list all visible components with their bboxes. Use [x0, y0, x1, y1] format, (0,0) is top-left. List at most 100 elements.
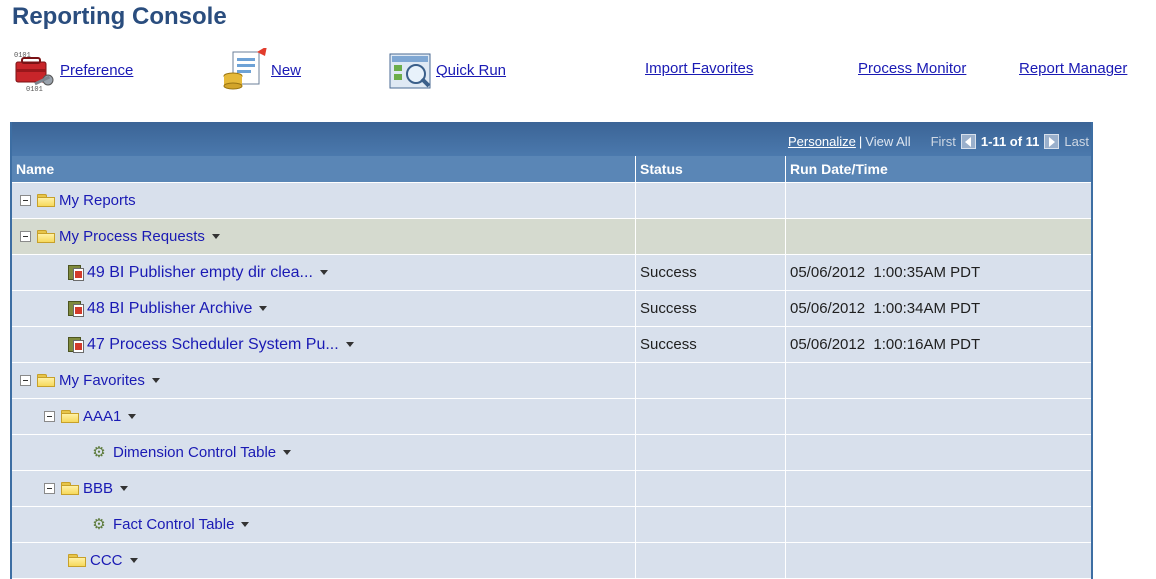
table-row: BBB	[12, 471, 1091, 507]
row-name-link[interactable]: My Process Requests	[59, 219, 205, 254]
collapse-icon[interactable]	[20, 375, 31, 386]
column-header-status[interactable]: Status	[636, 156, 786, 182]
folder-icon	[61, 482, 79, 495]
run-datetime-cell: 05/06/2012 1:00:34AM PDT	[790, 300, 981, 317]
name-cell: AAA1	[12, 399, 636, 434]
run-datetime-cell	[786, 183, 1091, 218]
last-label[interactable]: Last	[1064, 134, 1089, 149]
table-row: 48 BI Publisher Archive Success 05/06/2012…	[12, 291, 1091, 327]
row-name-link[interactable]: My Reports	[59, 183, 136, 218]
folder-icon	[37, 374, 55, 387]
status-cell: Success	[636, 327, 786, 362]
chevron-down-icon[interactable]	[283, 450, 292, 455]
view-all-link[interactable]: View All	[865, 134, 910, 149]
chevron-down-icon[interactable]	[128, 414, 137, 419]
preference-action[interactable]: 0101 0101 Preference	[12, 48, 133, 94]
name-cell: 48 BI Publisher Archive	[12, 291, 636, 326]
collapse-icon[interactable]	[20, 195, 31, 206]
first-label: First	[930, 134, 956, 149]
run-datetime-cell	[786, 543, 1091, 578]
report-icon	[68, 300, 84, 317]
table-row: 47 Process Scheduler System Pu... Success…	[12, 327, 1091, 363]
run-datetime-cell	[786, 435, 1091, 470]
row-name-link[interactable]: AAA1	[83, 399, 121, 434]
chevron-down-icon[interactable]	[211, 234, 220, 239]
collapse-icon[interactable]	[20, 231, 31, 242]
table-row: AAA1	[12, 399, 1091, 435]
run-datetime-cell: 05/06/2012 1:00:16AM PDT	[790, 336, 981, 353]
name-cell: CCC	[12, 543, 636, 578]
chevron-down-icon[interactable]	[129, 558, 138, 563]
chevron-down-icon[interactable]	[259, 306, 268, 311]
run-datetime-cell: 05/06/2012 1:00:35AM PDT	[790, 264, 981, 281]
table-row: 49 BI Publisher empty dir clea... Success…	[12, 255, 1091, 291]
page-title: Reporting Console	[12, 3, 227, 30]
row-name-link[interactable]: 47 Process Scheduler System Pu...	[87, 327, 339, 362]
chevron-down-icon[interactable]	[120, 486, 129, 491]
folder-icon	[37, 194, 55, 207]
row-name-link[interactable]: BBB	[83, 471, 113, 506]
gear-icon: ⚙	[92, 515, 106, 533]
chevron-down-icon[interactable]	[241, 522, 250, 527]
table-row: My Process Requests	[12, 219, 1091, 255]
row-name-link[interactable]: CCC	[90, 543, 123, 578]
name-cell: My Process Requests	[12, 219, 636, 254]
collapse-icon[interactable]	[44, 483, 55, 494]
chevron-down-icon[interactable]	[151, 378, 160, 383]
next-page-icon[interactable]	[1044, 134, 1060, 149]
chevron-down-icon[interactable]	[345, 342, 354, 347]
quick-run-link[interactable]: Quick Run	[436, 62, 506, 79]
name-cell: ⚙ Fact Control Table	[12, 507, 636, 542]
new-action[interactable]: New	[221, 46, 301, 92]
status-cell	[636, 435, 786, 470]
table-row: CCC	[12, 543, 1091, 579]
status-cell	[636, 507, 786, 542]
gear-icon: ⚙	[92, 443, 106, 461]
status-cell: Success	[636, 255, 786, 290]
import-favorites-link[interactable]: Import Favorites	[645, 60, 753, 77]
table-row: ⚙ Dimension Control Table	[12, 435, 1091, 471]
quick-run-action[interactable]: Quick Run	[388, 48, 506, 92]
table-row: My Favorites	[12, 363, 1091, 399]
run-datetime-cell	[786, 399, 1091, 434]
status-cell	[636, 543, 786, 578]
folder-icon	[61, 410, 79, 423]
chevron-down-icon[interactable]	[319, 270, 328, 275]
grid-navigation: Personalize | View All First 1-11 of 11 …	[788, 134, 1089, 149]
grid-header: Name Status Run Date/Time	[12, 156, 1091, 183]
run-datetime-cell	[786, 363, 1091, 398]
preference-link[interactable]: Preference	[60, 62, 133, 79]
status-cell	[636, 219, 786, 254]
column-header-name[interactable]: Name	[12, 156, 636, 182]
row-name-link[interactable]: 49 BI Publisher empty dir clea...	[87, 255, 313, 290]
row-name-link[interactable]: 48 BI Publisher Archive	[87, 291, 252, 326]
row-count: 1-11 of 11	[980, 134, 1040, 149]
previous-page-icon[interactable]	[960, 134, 976, 149]
name-cell: 49 BI Publisher empty dir clea...	[12, 255, 636, 290]
new-link[interactable]: New	[271, 62, 301, 79]
report-icon	[68, 264, 84, 281]
personalize-link[interactable]: Personalize	[788, 134, 856, 149]
grid-nav-bar: Personalize | View All First 1-11 of 11 …	[12, 122, 1091, 156]
process-monitor-link[interactable]: Process Monitor	[858, 60, 966, 77]
new-report-icon[interactable]	[221, 46, 271, 92]
row-name-link[interactable]: Fact Control Table	[113, 507, 234, 542]
name-cell: My Reports	[12, 183, 636, 218]
status-cell	[636, 183, 786, 218]
report-icon	[68, 336, 84, 353]
name-cell: BBB	[12, 471, 636, 506]
run-datetime-cell	[786, 507, 1091, 542]
run-datetime-cell	[786, 219, 1091, 254]
report-manager-link[interactable]: Report Manager	[1019, 60, 1127, 77]
collapse-icon[interactable]	[44, 411, 55, 422]
row-name-link[interactable]: My Favorites	[59, 363, 145, 398]
nav-separator: |	[858, 134, 863, 149]
quick-run-icon[interactable]	[388, 48, 436, 92]
toolbox-icon[interactable]: 0101 0101	[12, 48, 60, 94]
table-row: ⚙ Fact Control Table	[12, 507, 1091, 543]
run-datetime-cell	[786, 471, 1091, 506]
name-cell: 47 Process Scheduler System Pu...	[12, 327, 636, 362]
status-cell: Success	[636, 291, 786, 326]
column-header-run-datetime[interactable]: Run Date/Time	[786, 156, 1091, 182]
row-name-link[interactable]: Dimension Control Table	[113, 435, 276, 470]
